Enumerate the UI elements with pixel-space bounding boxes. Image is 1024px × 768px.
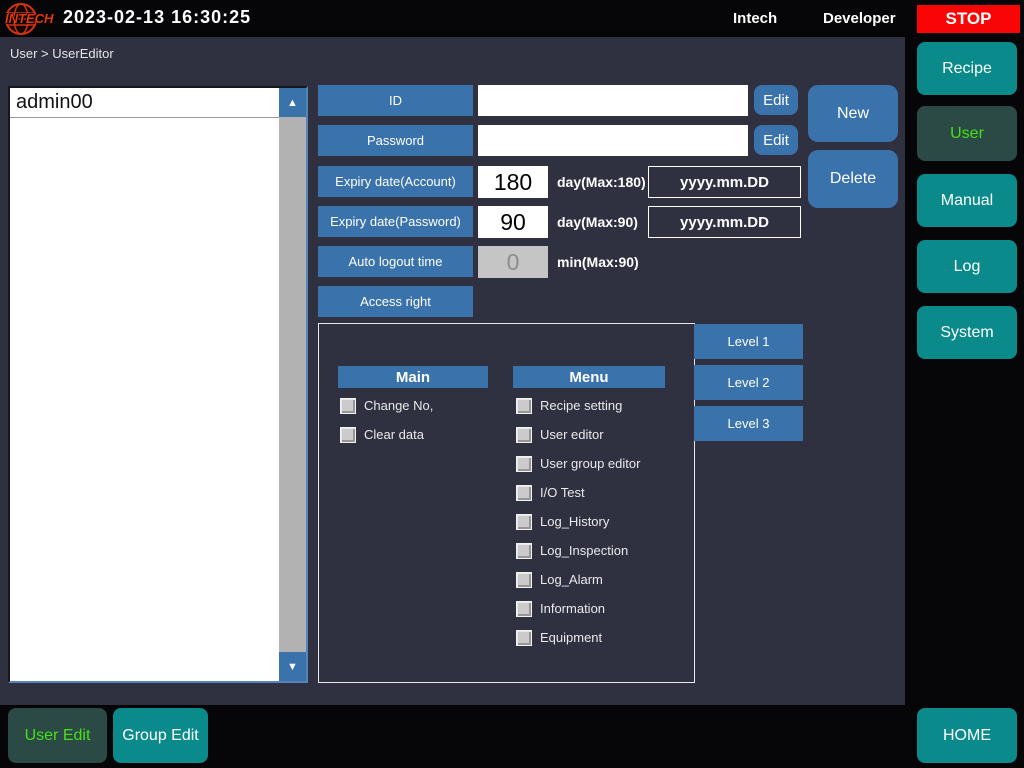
checkbox-icon[interactable] <box>516 427 532 443</box>
checkbox-label: User group editor <box>540 456 640 471</box>
scroll-down-icon[interactable]: ▼ <box>279 652 306 681</box>
password-label: Password <box>318 125 473 156</box>
checkbox-row-user-editor[interactable]: User editor <box>516 426 604 443</box>
checkbox-label: Change No, <box>364 398 433 413</box>
sidebar-item-system[interactable]: System <box>917 306 1017 359</box>
sidebar-item-recipe[interactable]: Recipe <box>917 42 1017 95</box>
password-edit-button[interactable]: Edit <box>754 125 798 155</box>
auto-logout-unit: min(Max:90) <box>557 254 639 270</box>
new-button[interactable]: New <box>808 85 898 142</box>
checkbox-label: User editor <box>540 427 604 442</box>
scroll-up-icon[interactable]: ▲ <box>279 88 306 117</box>
intech-logo-icon: INTECH <box>3 1 61 36</box>
checkbox-label: Information <box>540 601 605 616</box>
checkbox-label: Log_Inspection <box>540 543 628 558</box>
user-list-scrollbar[interactable]: ▲ ▼ <box>279 88 306 681</box>
expiry-password-value[interactable]: 90 <box>478 206 548 238</box>
datetime-display: 2023-02-13 16:30:25 <box>63 7 251 28</box>
checkbox-row-information[interactable]: Information <box>516 600 605 617</box>
sidebar-item-manual[interactable]: Manual <box>917 174 1017 227</box>
logo-text: INTECH <box>5 11 53 26</box>
password-input[interactable] <box>478 125 748 156</box>
checkbox-row-recipe-setting[interactable]: Recipe setting <box>516 397 622 414</box>
home-button[interactable]: HOME <box>917 708 1017 763</box>
checkbox-label: Clear data <box>364 427 424 442</box>
checkbox-row-log-history[interactable]: Log_History <box>516 513 609 530</box>
checkbox-icon[interactable] <box>516 456 532 472</box>
tab-group-edit[interactable]: Group Edit <box>113 708 208 763</box>
auto-logout-value: 0 <box>478 246 548 278</box>
checkbox-row-io-test[interactable]: I/O Test <box>516 484 585 501</box>
checkbox-icon[interactable] <box>516 572 532 588</box>
checkbox-icon[interactable] <box>516 485 532 501</box>
checkbox-icon[interactable] <box>516 543 532 559</box>
company-label: Intech <box>733 10 777 27</box>
list-item-user[interactable]: admin00 <box>10 88 279 118</box>
sidebar-item-log[interactable]: Log <box>917 240 1017 293</box>
expiry-account-value[interactable]: 180 <box>478 166 548 198</box>
stop-button[interactable]: STOP <box>917 5 1020 33</box>
checkbox-label: Recipe setting <box>540 398 622 413</box>
checkbox-row-log-inspection[interactable]: Log_Inspection <box>516 542 628 559</box>
breadcrumb: User > UserEditor <box>10 46 114 61</box>
checkbox-row-user-group-editor[interactable]: User group editor <box>516 455 640 472</box>
expiry-password-unit: day(Max:90) <box>557 214 638 230</box>
access-right-label: Access right <box>318 286 473 317</box>
auto-logout-label: Auto logout time <box>318 246 473 277</box>
menu-column-header: Menu <box>513 366 665 388</box>
checkbox-label: I/O Test <box>540 485 585 500</box>
checkbox-row-clear-data[interactable]: Clear data <box>340 426 424 443</box>
sidebar-item-user[interactable]: User <box>917 106 1017 161</box>
screen: INTECH 2023-02-13 16:30:25 Intech Develo… <box>0 0 1024 768</box>
expiry-account-unit: day(Max:180) <box>557 174 646 190</box>
id-input[interactable] <box>478 85 748 116</box>
top-bar: INTECH 2023-02-13 16:30:25 Intech Develo… <box>0 0 1024 37</box>
checkbox-row-equipment[interactable]: Equipment <box>516 629 602 646</box>
expiry-account-date-field[interactable]: yyyy.mm.DD <box>648 166 801 198</box>
level-1-button[interactable]: Level 1 <box>694 324 803 359</box>
id-label: ID <box>318 85 473 116</box>
checkbox-label: Log_Alarm <box>540 572 603 587</box>
current-role-label: Developer <box>823 10 896 27</box>
checkbox-icon[interactable] <box>516 601 532 617</box>
expiry-password-label: Expiry date(Password) <box>318 206 473 237</box>
main-column-header: Main <box>338 366 488 388</box>
checkbox-icon[interactable] <box>340 398 356 414</box>
main-area: User > UserEditor admin00 ▲ ▼ ID Edit Pa… <box>0 37 905 705</box>
checkbox-icon[interactable] <box>516 514 532 530</box>
checkbox-icon[interactable] <box>340 427 356 443</box>
checkbox-label: Equipment <box>540 630 602 645</box>
expiry-account-label: Expiry date(Account) <box>318 166 473 197</box>
checkbox-icon[interactable] <box>516 630 532 646</box>
delete-button[interactable]: Delete <box>808 150 898 208</box>
user-list: admin00 ▲ ▼ <box>8 86 308 683</box>
expiry-password-date-field[interactable]: yyyy.mm.DD <box>648 206 801 238</box>
id-edit-button[interactable]: Edit <box>754 85 798 115</box>
checkbox-row-change-no[interactable]: Change No, <box>340 397 433 414</box>
level-2-button[interactable]: Level 2 <box>694 365 803 400</box>
checkbox-icon[interactable] <box>516 398 532 414</box>
level-3-button[interactable]: Level 3 <box>694 406 803 441</box>
tab-user-edit[interactable]: User Edit <box>8 708 107 763</box>
checkbox-label: Log_History <box>540 514 609 529</box>
checkbox-row-log-alarm[interactable]: Log_Alarm <box>516 571 603 588</box>
